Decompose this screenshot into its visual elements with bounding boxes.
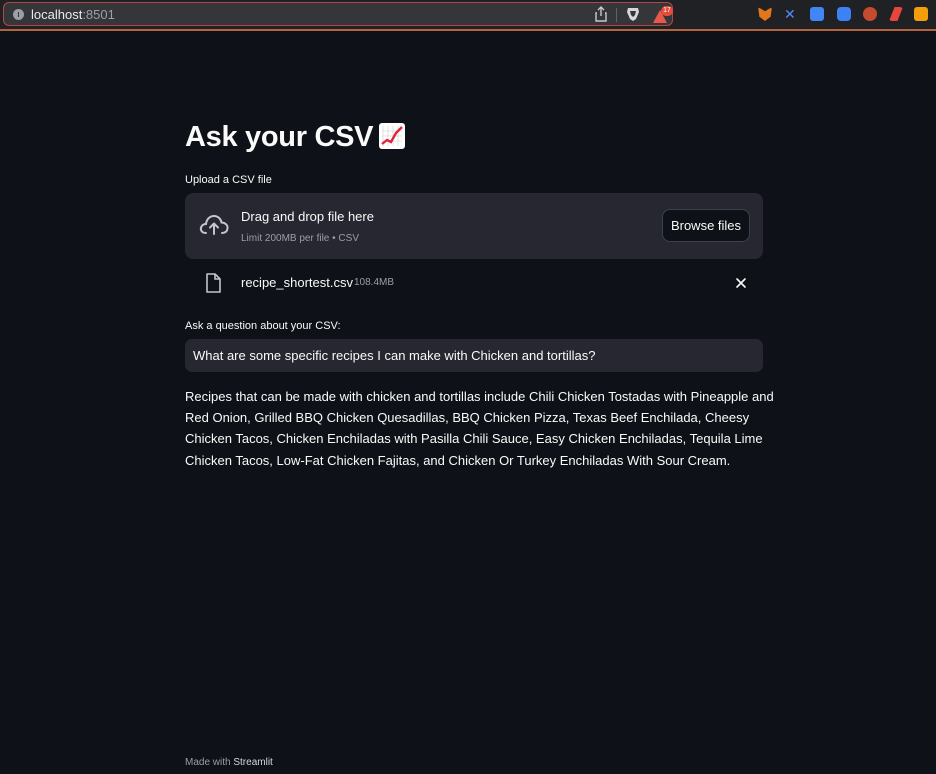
share-icon[interactable] <box>594 6 608 22</box>
streamlit-link[interactable]: Streamlit <box>233 757 272 768</box>
file-name: recipe_shortest.csv <box>241 275 353 290</box>
rewards-count-badge: 17 <box>661 6 673 16</box>
extension-icon[interactable] <box>863 7 877 21</box>
browse-files-button[interactable]: Browse files <box>662 209 750 242</box>
brave-rewards-icon[interactable] <box>914 7 928 21</box>
metamask-icon[interactable] <box>758 7 772 21</box>
question-input[interactable] <box>185 339 763 372</box>
page-title: Ask your CSV <box>185 121 406 154</box>
file-size: 108.4MB <box>354 277 395 288</box>
drop-text: Drag and drop file here <box>241 209 374 224</box>
extension-icon[interactable] <box>837 7 851 21</box>
uploaded-file-row: recipe_shortest.csv 108.4MB <box>185 268 763 298</box>
extension-icon[interactable]: ✕ <box>784 7 798 21</box>
close-icon[interactable] <box>735 277 747 289</box>
upload-label: Upload a CSV file <box>185 174 272 186</box>
browser-toolbar: localhost:8501 17 ✕ <box>0 0 936 31</box>
address-bar[interactable]: localhost:8501 17 <box>3 2 673 26</box>
chart-increasing-icon <box>379 123 406 149</box>
cloud-upload-icon <box>199 214 229 235</box>
translate-icon[interactable] <box>810 7 824 21</box>
file-icon <box>206 273 221 293</box>
brave-shields-icon[interactable] <box>626 6 640 22</box>
brave-rewards-button[interactable]: 17 <box>652 6 674 24</box>
question-label: Ask a question about your CSV: <box>185 320 341 332</box>
extension-icon[interactable] <box>889 7 903 21</box>
divider <box>616 8 617 22</box>
url-text[interactable]: localhost:8501 <box>31 7 115 22</box>
upload-limit-text: Limit 200MB per file • CSV <box>241 233 359 244</box>
file-dropzone[interactable]: Drag and drop file here Limit 200MB per … <box>185 193 763 259</box>
footer: Made with Streamlit <box>185 757 273 768</box>
answer-text: Recipes that can be made with chicken an… <box>185 389 774 468</box>
site-info-icon[interactable] <box>13 9 24 20</box>
